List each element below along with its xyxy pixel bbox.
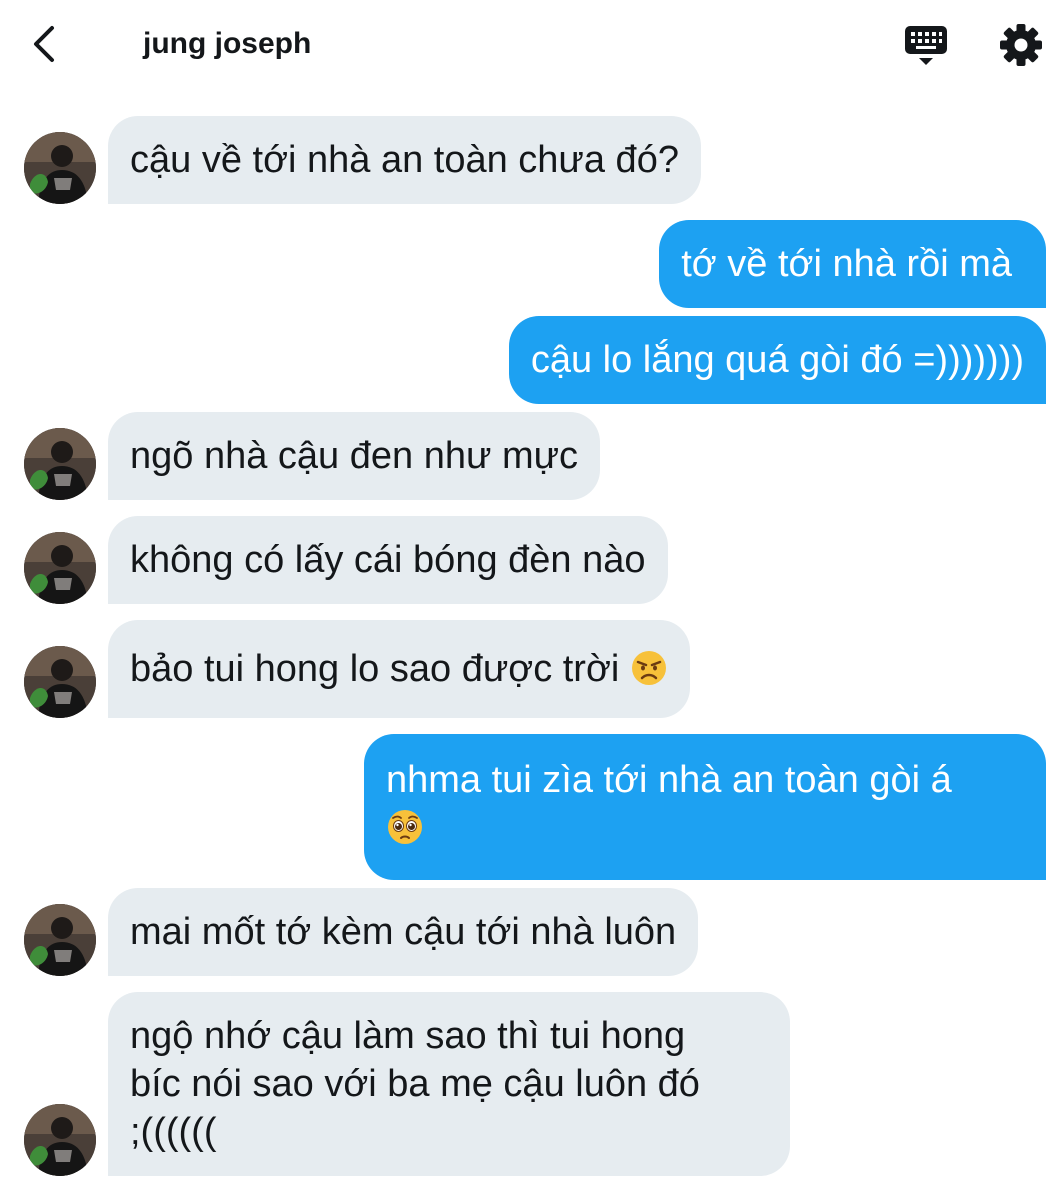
message-row: bảo tui hong lo sao được trời (0, 620, 1058, 718)
outgoing-message-bubble[interactable]: cậu lo lắng quá gòi đó =))))))) (508, 316, 1046, 404)
message-text: mai mốt tớ kèm cậu tới nhà luôn (130, 911, 677, 953)
incoming-message-bubble[interactable]: ngộ nhớ cậu làm sao thì tui hong bíc nói… (108, 992, 790, 1176)
incoming-message-bubble[interactable]: ngõ nhà cậu đen như mực (108, 412, 601, 500)
keyboard-button[interactable] (902, 24, 950, 68)
avatar[interactable] (24, 1104, 96, 1176)
conversation-title[interactable]: jung joseph (143, 24, 311, 64)
incoming-message-bubble[interactable]: không có lấy cái bóng đèn nào (108, 516, 668, 604)
keyboard-icon (905, 26, 947, 65)
message-text: cậu lo lắng quá gòi đó =))))))) (530, 339, 1024, 381)
message-row: ngộ nhớ cậu làm sao thì tui hong bíc nói… (0, 992, 1058, 1176)
message-text-line: ngộ nhớ cậu làm sao thì tui hong (130, 1015, 686, 1057)
settings-button[interactable] (998, 22, 1044, 68)
angry-face-emoji (630, 649, 668, 687)
message-row: ngõ nhà cậu đen như mực (0, 412, 1058, 500)
message-text: tớ về tới nhà rồi mà (681, 243, 1012, 285)
avatar[interactable] (24, 428, 96, 500)
incoming-message-bubble[interactable]: cậu về tới nhà an toàn chưa đó? (108, 116, 701, 204)
message-text: ngõ nhà cậu đen như mực (130, 435, 579, 477)
pleading-face-emoji (386, 808, 424, 846)
message-row: cậu lo lắng quá gòi đó =))))))) (0, 316, 1058, 404)
avatar[interactable] (24, 532, 96, 604)
outgoing-message-bubble[interactable]: tớ về tới nhà rồi mà (659, 220, 1046, 308)
message-text: nhma tui zìa tới nhà an toàn gòi á (386, 759, 952, 801)
conversation-header: jung joseph (0, 0, 1058, 90)
message-text: không có lấy cái bóng đèn nào (130, 539, 646, 581)
message-row: nhma tui zìa tới nhà an toàn gòi á (0, 734, 1058, 880)
message-text: cậu về tới nhà an toàn chưa đó? (130, 139, 679, 181)
message-row: tớ về tới nhà rồi mà (0, 220, 1058, 308)
outgoing-message-bubble[interactable]: nhma tui zìa tới nhà an toàn gòi á (364, 734, 1046, 880)
avatar[interactable] (24, 646, 96, 718)
incoming-message-bubble[interactable]: bảo tui hong lo sao được trời (108, 620, 690, 718)
back-button[interactable] (26, 22, 66, 66)
message-text-line: bíc nói sao với ba mẹ cậu luôn đó (130, 1063, 700, 1105)
message-row: cậu về tới nhà an toàn chưa đó? (0, 116, 1058, 204)
avatar[interactable] (24, 904, 96, 976)
chevron-left-icon (34, 26, 54, 62)
message-row: mai mốt tớ kèm cậu tới nhà luôn (0, 888, 1058, 976)
message-text-line: ;(((((( (130, 1111, 217, 1153)
gear-icon (1000, 24, 1042, 66)
avatar[interactable] (24, 132, 96, 204)
message-row: không có lấy cái bóng đèn nào (0, 516, 1058, 604)
incoming-message-bubble[interactable]: mai mốt tớ kèm cậu tới nhà luôn (108, 888, 699, 976)
message-text: bảo tui hong lo sao được trời (130, 648, 620, 690)
